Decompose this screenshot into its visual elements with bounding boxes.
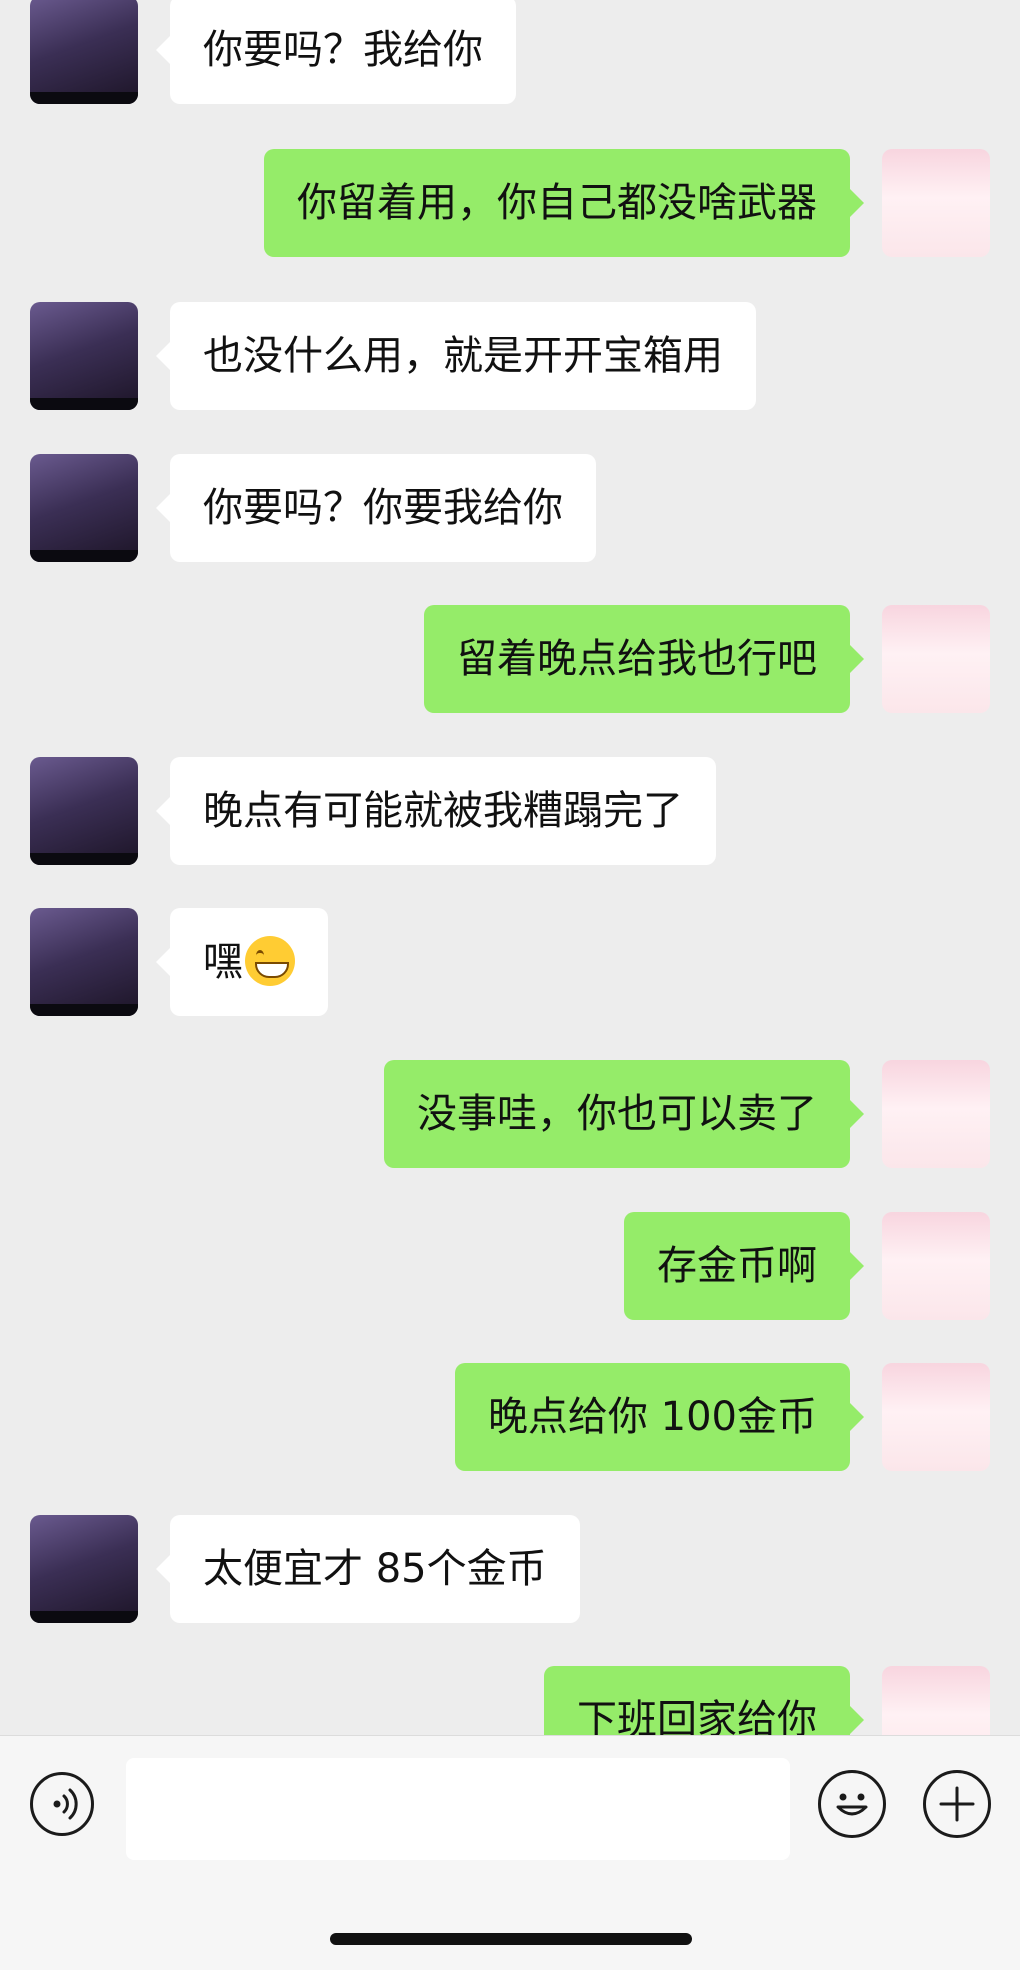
voice-button[interactable] — [30, 1772, 94, 1836]
message-row: 你要吗？你要我给你 — [0, 454, 1020, 564]
message-bubble-incoming[interactable]: 你要吗？你要我给你 — [156, 454, 596, 562]
avatar-contact[interactable] — [30, 454, 138, 562]
avatar-contact[interactable] — [30, 757, 138, 865]
avatar-self[interactable] — [882, 605, 990, 713]
avatar-self[interactable] — [882, 1666, 990, 1735]
grinning-face-icon — [245, 936, 295, 986]
avatar-contact[interactable] — [30, 1515, 138, 1623]
message-bubble-incoming[interactable]: 嘿 — [156, 908, 328, 1016]
avatar-self[interactable] — [882, 1060, 990, 1168]
message-bubble-outgoing[interactable]: 下班回家给你 — [544, 1666, 864, 1735]
message-row: 晚点有可能就被我糟蹋完了 — [0, 757, 1020, 867]
message-row: 嘿 — [0, 908, 1020, 1018]
input-bar — [0, 1735, 1020, 1970]
message-row: 也没什么用，就是开开宝箱用 — [0, 302, 1020, 412]
message-row: 没事哇，你也可以卖了 — [0, 1060, 1020, 1170]
message-bubble-outgoing[interactable]: 晚点给你 100金币 — [454, 1363, 865, 1471]
message-row: 你要吗？我给你 — [0, 0, 1020, 106]
message-bubble-incoming[interactable]: 晚点有可能就被我糟蹋完了 — [156, 757, 716, 865]
message-row: 晚点给你 100金币 — [0, 1363, 1020, 1473]
avatar-contact[interactable] — [30, 908, 138, 1016]
smiley-icon — [836, 1793, 868, 1816]
message-bubble-outgoing[interactable]: 存金币啊 — [624, 1212, 864, 1320]
message-bubble-incoming[interactable]: 你要吗？我给你 — [156, 0, 516, 104]
message-bubble-incoming[interactable]: 也没什么用，就是开开宝箱用 — [156, 302, 756, 410]
voice-icon — [53, 1788, 78, 1820]
message-bubble-outgoing[interactable]: 留着晚点给我也行吧 — [424, 605, 864, 713]
message-input[interactable] — [126, 1758, 790, 1860]
message-text: 嘿 — [203, 939, 243, 985]
plus-icon — [939, 1786, 975, 1822]
avatar-contact[interactable] — [30, 0, 138, 104]
more-button[interactable] — [923, 1770, 991, 1838]
avatar-contact[interactable] — [30, 302, 138, 410]
chat-area[interactable]: 你要吗？我给你 你留着用，你自己都没啥武器 也没什么用，就是开开宝箱用 你要吗？… — [0, 0, 1020, 1735]
message-row: 下班回家给你 — [0, 1666, 1020, 1735]
message-row: 存金币啊 — [0, 1212, 1020, 1322]
message-row: 你留着用，你自己都没啥武器 — [0, 149, 1020, 259]
avatar-self[interactable] — [882, 1212, 990, 1320]
avatar-self[interactable] — [882, 149, 990, 257]
emoji-button[interactable] — [818, 1770, 886, 1838]
message-bubble-outgoing[interactable]: 没事哇，你也可以卖了 — [384, 1060, 864, 1168]
message-row: 太便宜才 85个金币 — [0, 1515, 1020, 1625]
message-bubble-outgoing[interactable]: 你留着用，你自己都没啥武器 — [264, 149, 864, 257]
message-bubble-incoming[interactable]: 太便宜才 85个金币 — [156, 1515, 580, 1623]
avatar-self[interactable] — [882, 1363, 990, 1471]
message-row: 留着晚点给我也行吧 — [0, 605, 1020, 715]
home-indicator[interactable] — [330, 1933, 692, 1945]
